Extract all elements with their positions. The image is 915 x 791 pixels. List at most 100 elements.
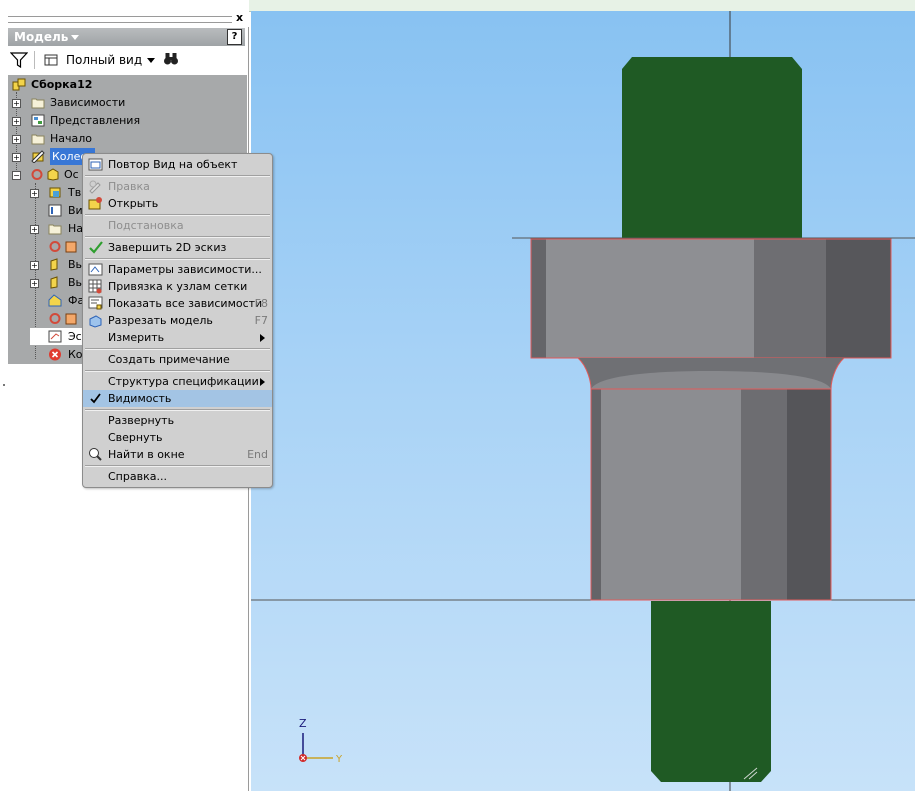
close-icon[interactable]: x	[236, 11, 243, 24]
chevron-down-icon[interactable]	[147, 58, 155, 63]
expand-icon[interactable]: +	[30, 189, 39, 198]
menu-item-label: Видимость	[108, 392, 172, 405]
menu-separator	[85, 258, 270, 260]
submenu-arrow-icon	[260, 378, 265, 386]
view-selector-label[interactable]: Полный вид	[66, 53, 142, 67]
edit-icon	[89, 180, 101, 194]
tree-item-label: Начало	[50, 132, 93, 145]
browser-header[interactable]: Модель ?	[8, 28, 245, 46]
menu-item-collapse[interactable]: Свернуть	[83, 429, 272, 446]
tree-item-label: Ко	[68, 348, 83, 361]
menu-item-label: Свернуть	[108, 431, 163, 444]
expand-icon[interactable]: +	[12, 99, 21, 108]
expand-icon[interactable]: +	[12, 153, 21, 162]
triad-z-label: Z	[299, 717, 307, 730]
sketch-icon	[65, 313, 77, 325]
show-constraints-icon	[88, 296, 103, 310]
toolbar-separator	[34, 51, 35, 69]
update-icon	[49, 241, 61, 252]
menu-item-help[interactable]: Справка...	[83, 468, 272, 485]
menu-item-snap-grid[interactable]: Привязка к узлам сетки	[83, 278, 272, 295]
help-icon[interactable]: ?	[227, 29, 242, 45]
chevron-down-icon	[71, 35, 80, 40]
filter-icon[interactable]	[10, 52, 28, 68]
tree-item-label: Тв	[68, 186, 82, 199]
panel-grip[interactable]	[8, 16, 232, 23]
menu-item-bom-structure[interactable]: Структура спецификации	[83, 373, 272, 390]
menu-item-label: Измерить	[108, 331, 165, 344]
menu-item-label: Повтор Вид на объект	[108, 158, 238, 171]
tree-item-label: Ос	[64, 168, 79, 181]
menu-item-measure[interactable]: Измерить	[83, 329, 272, 346]
menu-separator	[85, 370, 270, 372]
part-icon	[47, 168, 59, 181]
menu-item-label: Создать примечание	[108, 353, 230, 366]
sketch-icon	[65, 241, 77, 253]
splitter-dot[interactable]	[3, 384, 5, 386]
view-rep-icon	[48, 204, 62, 217]
chamfer-icon	[48, 294, 62, 307]
slice-icon	[89, 315, 102, 328]
update-icon	[49, 313, 61, 324]
binoculars-icon[interactable]	[163, 52, 179, 66]
menu-item-shortcut: F7	[254, 314, 268, 327]
menu-separator	[85, 175, 270, 177]
menu-item-label: Параметры зависимости...	[108, 263, 262, 276]
menu-separator	[85, 236, 270, 238]
view-triad	[299, 733, 333, 762]
collapse-icon[interactable]: −	[12, 171, 21, 180]
find-icon	[89, 448, 102, 461]
menu-item-visibility[interactable]: Видимость	[83, 390, 272, 407]
upper-shaft	[622, 57, 802, 239]
menu-separator	[85, 214, 270, 216]
tree-item-label: Представления	[50, 114, 141, 127]
menu-item-label: Структура спецификации	[108, 375, 259, 388]
sketch-part-icon	[31, 150, 45, 163]
menu-item-shortcut: F8	[254, 297, 268, 310]
menu-item-create-note[interactable]: Создать примечание	[83, 351, 272, 368]
menu-separator	[85, 348, 270, 350]
tree-item-label: Эс	[68, 330, 82, 343]
browser-toolbar: Полный вид	[8, 48, 245, 72]
extrusion-icon	[50, 258, 58, 271]
menu-item-label: Развернуть	[108, 414, 175, 427]
menu-item-show-constraints[interactable]: Показать все зависимости F8	[83, 295, 272, 312]
menu-item-finish-sketch[interactable]: Завершить 2D эскиз	[83, 239, 272, 256]
grid-icon	[88, 279, 102, 294]
menu-item-label: Разрезать модель	[108, 314, 213, 327]
menu-item-substitute[interactable]: Подстановка	[83, 217, 272, 234]
menu-item-edit[interactable]: Правка	[83, 178, 272, 195]
expand-icon[interactable]: +	[12, 117, 21, 126]
expand-icon[interactable]: +	[30, 225, 39, 234]
assembly-icon	[12, 78, 26, 91]
checkmark-icon	[90, 393, 101, 404]
menu-item-constraint-settings[interactable]: Параметры зависимости...	[83, 261, 272, 278]
menu-item-find-in-window[interactable]: Найти в окне End	[83, 446, 272, 463]
expand-icon[interactable]: +	[30, 261, 39, 270]
model-canvas: Z Y	[251, 11, 915, 791]
menu-separator	[85, 409, 270, 411]
graphics-viewport[interactable]: Z Y	[251, 11, 915, 791]
check-icon	[89, 241, 103, 254]
menu-item-expand[interactable]: Развернуть	[83, 412, 272, 429]
submenu-arrow-icon	[260, 334, 265, 342]
menu-item-label: Найти в окне	[108, 448, 185, 461]
error-icon	[49, 348, 61, 361]
menu-item-open[interactable]: Открыть	[83, 195, 272, 212]
menu-item-label: Показать все зависимости	[108, 297, 263, 310]
menu-item-label: Подстановка	[108, 219, 184, 232]
extrusion-icon	[50, 276, 58, 289]
menu-item-repeat-zoom[interactable]: Повтор Вид на объект	[83, 156, 272, 173]
menu-item-label: Завершить 2D эскиз	[108, 241, 227, 254]
triad-y-label: Y	[335, 754, 343, 765]
expand-icon[interactable]: +	[30, 279, 39, 288]
folder-icon	[31, 134, 45, 145]
menu-item-label: Правка	[108, 180, 150, 193]
menu-item-slice-graphics[interactable]: Разрезать модель F7	[83, 312, 272, 329]
open-icon	[88, 197, 102, 210]
menu-item-label: Справка...	[108, 470, 167, 483]
solid-icon	[49, 187, 61, 198]
expand-icon[interactable]: +	[12, 135, 21, 144]
tree-item-label: На	[68, 222, 84, 235]
panel-topbar: x	[0, 0, 249, 27]
